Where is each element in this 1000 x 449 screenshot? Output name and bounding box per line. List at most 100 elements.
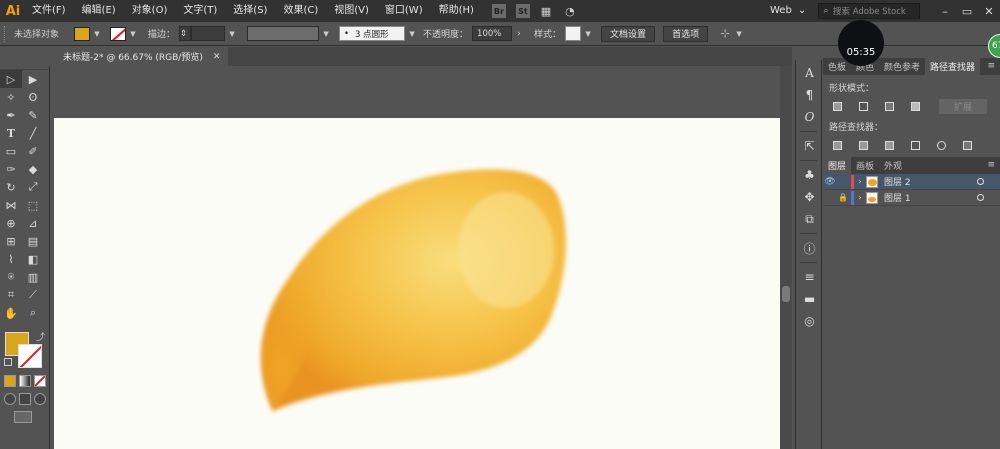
gpu-performance-icon[interactable]: ◔ <box>562 3 578 19</box>
vertical-scrollbar[interactable] <box>780 66 792 449</box>
outline-icon[interactable] <box>933 138 949 152</box>
lasso-tool-icon[interactable]: ʘ <box>22 88 44 106</box>
minus-back-icon[interactable] <box>959 138 975 152</box>
minimize-icon[interactable]: – <box>934 5 956 18</box>
layer-name[interactable]: 图层 2 <box>884 175 911 188</box>
menu-effect[interactable]: 效果(C) <box>275 0 326 22</box>
draw-behind-icon[interactable] <box>19 393 31 405</box>
menu-object[interactable]: 对象(O) <box>124 0 176 22</box>
chevron-down-icon[interactable]: ▼ <box>92 27 102 41</box>
menu-help[interactable]: 帮助(H) <box>431 0 482 22</box>
paragraph-panel-icon[interactable]: ¶ <box>796 84 823 106</box>
layer-target-icon[interactable] <box>977 178 984 185</box>
gradient-mode-icon[interactable] <box>19 375 31 387</box>
align-options-icon[interactable]: ⊹ <box>718 27 732 41</box>
menu-type[interactable]: 文字(T) <box>175 0 225 22</box>
opacity-input[interactable]: 100% <box>472 26 513 41</box>
shape-builder-tool-icon[interactable]: ⊕ <box>0 214 22 232</box>
visibility-eye-icon[interactable]: 👁 <box>823 177 837 187</box>
slice-tool-icon[interactable]: ⟋ <box>22 286 44 304</box>
lock-icon[interactable]: 🔒 <box>837 193 849 202</box>
artboard-tool-icon[interactable]: ⌗ <box>0 286 22 304</box>
type-tool-icon[interactable]: T <box>0 124 22 142</box>
crop-icon[interactable] <box>907 138 923 152</box>
expand-arrow-icon[interactable]: › <box>854 177 866 186</box>
stroke-panel-icon[interactable]: ≡ <box>796 266 823 288</box>
scale-tool-icon[interactable]: ⤢ <box>22 178 44 196</box>
tab-appearance[interactable]: 外观 <box>879 157 907 174</box>
export-icon[interactable]: ⇱ <box>796 135 823 157</box>
tab-layers[interactable]: 图层 <box>823 157 852 174</box>
divide-icon[interactable] <box>829 138 845 152</box>
chevron-right-icon[interactable]: › <box>514 27 524 41</box>
eraser-tool-icon[interactable]: ◆ <box>22 160 44 178</box>
puppet-icon[interactable]: ✥ <box>796 186 823 208</box>
hand-tool-icon[interactable]: ✋ <box>0 304 22 322</box>
pen-tool-icon[interactable]: ✒ <box>0 106 22 124</box>
trim-icon[interactable] <box>855 138 871 152</box>
unite-icon[interactable] <box>829 100 845 114</box>
gradient-panel-icon[interactable]: ▬ <box>796 288 823 310</box>
perspective-grid-tool-icon[interactable]: ⊿ <box>22 214 44 232</box>
scrollbar-thumb[interactable] <box>782 286 790 302</box>
variable-width-profile[interactable] <box>247 26 320 41</box>
symbol-sprayer-tool-icon[interactable]: ⍟ <box>0 268 22 286</box>
tab-artboards[interactable]: 画板 <box>851 157 879 174</box>
blend-tool-icon[interactable]: ◧ <box>22 250 44 268</box>
gradient-tool-icon[interactable]: ▤ <box>22 232 44 250</box>
stroke-weight-stepper[interactable]: ⇕ <box>179 26 192 41</box>
chevron-down-icon[interactable]: ▼ <box>321 27 331 41</box>
default-fill-stroke-icon[interactable] <box>4 358 12 366</box>
bridge-icon[interactable]: Br <box>491 4 506 18</box>
document-tab[interactable]: 未标题-2* @ 66.67% (RGB/预览) ✕ <box>55 47 229 66</box>
minus-front-icon[interactable] <box>855 100 871 114</box>
menu-view[interactable]: 视图(V) <box>326 0 377 22</box>
maximize-icon[interactable]: ▭ <box>956 5 978 18</box>
merge-icon[interactable] <box>881 138 897 152</box>
mesh-tool-icon[interactable]: ⊞ <box>0 232 22 250</box>
graphic-style-swatch[interactable] <box>565 26 582 41</box>
curvature-tool-icon[interactable]: ✎ <box>22 106 44 124</box>
info-panel-icon[interactable]: ⓘ <box>796 237 823 259</box>
menu-file[interactable]: 文件(F) <box>24 0 74 22</box>
exclude-icon[interactable] <box>907 100 923 114</box>
stroke-swatch[interactable] <box>18 344 42 368</box>
zoom-tool-icon[interactable]: ⌕ <box>22 304 44 322</box>
color-mode-icon[interactable] <box>4 375 16 387</box>
close-tab-icon[interactable]: ✕ <box>213 52 221 62</box>
stroke-weight-input[interactable] <box>191 26 226 41</box>
chevron-down-icon[interactable]: ▼ <box>128 27 138 41</box>
document-setup-button[interactable]: 文档设置 <box>601 25 656 42</box>
layer-row[interactable]: 👁 › 图层 2 <box>823 174 1000 190</box>
layer-name[interactable]: 图层 1 <box>884 191 911 204</box>
fill-color-swatch[interactable] <box>74 26 90 41</box>
brush-definition-select[interactable]: • 3 点圆形 <box>339 26 406 41</box>
tab-color-guide[interactable]: 颜色参考 <box>879 58 925 75</box>
panel-menu-icon[interactable]: ≡ <box>987 160 995 170</box>
symbols-panel-icon[interactable]: ♣ <box>796 164 823 186</box>
intersect-icon[interactable] <box>881 100 897 114</box>
panel-menu-icon[interactable]: ≡ <box>987 61 995 71</box>
magic-wand-tool-icon[interactable]: ✧ <box>0 88 22 106</box>
mango-artwork[interactable] <box>251 122 621 422</box>
expand-button[interactable]: 扩展 <box>939 99 987 114</box>
chevron-down-icon[interactable]: ▼ <box>407 27 417 41</box>
stock-search-input[interactable]: ⌕ 搜索 Adobe Stock <box>818 3 920 19</box>
draw-normal-icon[interactable] <box>4 393 16 405</box>
rectangle-tool-icon[interactable]: ▭ <box>0 142 22 160</box>
links-icon[interactable]: ⧉ <box>796 208 823 230</box>
direct-selection-tool-icon[interactable]: ▶ <box>22 70 44 88</box>
free-transform-tool-icon[interactable]: ⬚ <box>22 196 44 214</box>
stroke-color-swatch[interactable] <box>110 26 126 41</box>
expand-arrow-icon[interactable]: › <box>854 193 866 202</box>
close-icon[interactable]: ✕ <box>978 5 1000 18</box>
none-mode-icon[interactable] <box>34 375 46 387</box>
layer-row[interactable]: 🔒 › 图层 1 <box>823 190 1000 206</box>
opentype-panel-icon[interactable]: O <box>796 106 823 128</box>
rotate-tool-icon[interactable]: ↻ <box>0 178 22 196</box>
character-panel-icon[interactable]: A <box>796 62 823 84</box>
workspace-switcher[interactable]: Web ⌄ <box>770 0 806 22</box>
draw-inside-icon[interactable] <box>34 393 46 405</box>
arrange-documents-icon[interactable]: ▦ <box>538 3 554 19</box>
menu-select[interactable]: 选择(S) <box>225 0 275 22</box>
